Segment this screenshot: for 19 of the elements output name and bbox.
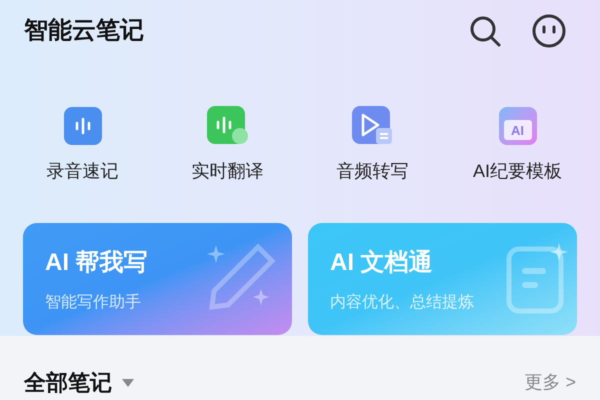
voice-translate-icon bbox=[206, 106, 248, 146]
dropdown-caret-icon[interactable] bbox=[122, 378, 134, 386]
play-document-icon bbox=[352, 106, 394, 146]
pencil-sparkle-icon bbox=[206, 241, 278, 313]
smiley-face-icon[interactable] bbox=[532, 14, 566, 48]
document-sparkle-icon bbox=[505, 243, 569, 315]
ai-template-icon: AI bbox=[498, 107, 536, 145]
search-icon[interactable] bbox=[468, 14, 502, 48]
app-title: 智能云笔记 bbox=[24, 16, 144, 46]
card-subtitle: 内容优化、总结提炼 bbox=[330, 292, 474, 313]
section-title: 全部笔记 bbox=[24, 369, 112, 397]
quick-action-button[interactable]: 录音速记 bbox=[10, 106, 155, 185]
card-subtitle: 智能写作助手 bbox=[45, 292, 141, 313]
quick-action-button[interactable]: 音频转写 bbox=[300, 106, 445, 185]
card-title: AI 帮我写 bbox=[45, 248, 148, 278]
quick-action-button[interactable]: AI AI纪要模板 bbox=[445, 106, 590, 185]
card-title: AI 文档通 bbox=[330, 248, 433, 278]
sound-wave-icon bbox=[64, 107, 102, 145]
quick-action-button[interactable]: 实时翻译 bbox=[155, 106, 300, 185]
